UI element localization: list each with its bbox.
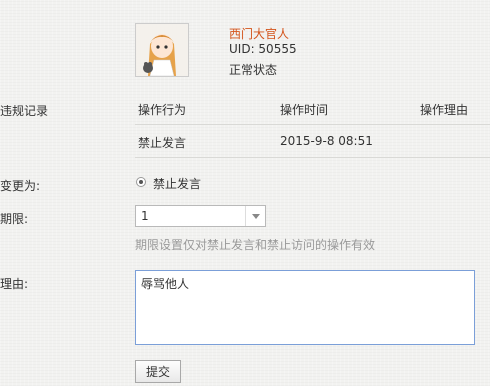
avatar <box>135 23 189 77</box>
period-hint: 期限设置仅对禁止发言和禁止访问的操作有效 <box>135 238 376 252</box>
user-uid: UID: 50555 <box>229 42 297 56</box>
user-status: 正常状态 <box>229 63 278 77</box>
reason-label: 理由: <box>0 277 29 291</box>
violation-time-cell: 2015-9-8 08:51 <box>280 134 373 148</box>
column-header-action: 操作行为 <box>138 103 187 117</box>
ban-speech-radio[interactable] <box>136 177 146 187</box>
ban-speech-option-label[interactable]: 禁止发言 <box>153 175 201 192</box>
chevron-down-icon[interactable] <box>245 206 265 226</box>
column-header-reason: 操作理由 <box>420 103 469 117</box>
violation-action-cell: 禁止发言 <box>138 136 187 150</box>
period-select-value: 1 <box>141 209 149 223</box>
username[interactable]: 西门大官人 <box>229 25 289 42</box>
avatar-image <box>136 24 188 76</box>
submit-button[interactable]: 提交 <box>135 360 181 383</box>
reason-textarea[interactable]: 辱骂他人 <box>135 270 475 345</box>
change-label: 变更为: <box>0 179 41 193</box>
table-divider <box>135 124 490 125</box>
violations-label: 违规记录 <box>0 104 49 118</box>
column-header-time: 操作时间 <box>280 103 329 117</box>
period-select[interactable]: 1 <box>135 205 266 227</box>
period-label: 期限: <box>0 212 29 226</box>
table-divider <box>135 157 490 158</box>
